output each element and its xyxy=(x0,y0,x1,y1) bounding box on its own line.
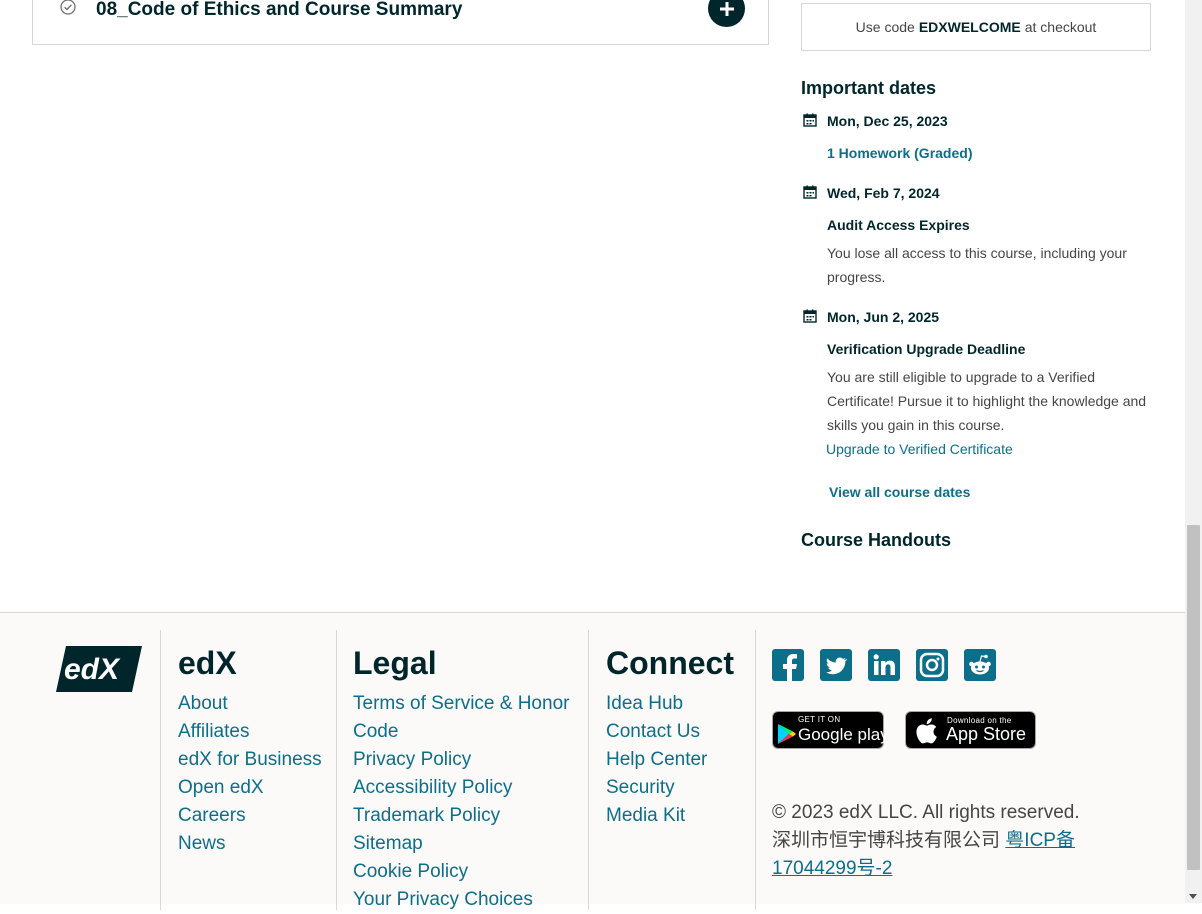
footer-link-idea-hub[interactable]: Idea Hub xyxy=(606,693,683,714)
twitter-icon[interactable] xyxy=(820,649,852,681)
footer-link-terms[interactable]: Terms of Service & Honor Code xyxy=(353,693,569,742)
icp-company: 深圳市恒宇博科技有限公司 xyxy=(772,830,1001,851)
footer-link-item: Idea Hub xyxy=(606,690,707,718)
google-play-small-text: GET IT ON xyxy=(798,715,841,724)
footer-link-item: edX for Business xyxy=(178,746,322,774)
footer-link-media-kit[interactable]: Media Kit xyxy=(606,805,685,826)
footer-link-item: Security xyxy=(606,774,707,802)
footer-link-item: Media Kit xyxy=(606,802,707,830)
edx-logo[interactable]: edX xyxy=(56,646,144,692)
footer-link-item: Trademark Policy xyxy=(353,802,585,830)
footer-link-privacy-choices[interactable]: Your Privacy Choices xyxy=(353,889,533,910)
social-icons xyxy=(772,649,996,681)
scrollbar[interactable] xyxy=(1185,0,1202,903)
footer-link-item: Privacy Policy xyxy=(353,746,585,774)
footer-link-item: Help Center xyxy=(606,746,707,774)
footer-link-open-edx[interactable]: Open edX xyxy=(178,777,264,798)
reddit-icon[interactable] xyxy=(964,649,996,681)
footer-link-news[interactable]: News xyxy=(178,833,226,854)
footer-column-legal: Legal Terms of Service & Honor Code Priv… xyxy=(336,630,589,910)
site-footer: edX edX About Affiliates edX for Busines… xyxy=(0,612,1185,910)
footer-link-affiliates[interactable]: Affiliates xyxy=(178,721,249,742)
date-label: Wed, Feb 7, 2024 xyxy=(827,185,940,201)
google-play-icon xyxy=(778,724,796,744)
check-circle-icon xyxy=(60,0,76,15)
icp-line: 深圳市恒宇博科技有限公司 粤ICP备17044299号-2 xyxy=(772,827,1132,883)
footer-link-item: News xyxy=(178,830,322,858)
date-label: Mon, Jun 2, 2025 xyxy=(827,309,940,325)
logo-text: edX xyxy=(64,653,121,686)
footer-column-edx: edX About Affiliates edX for Business Op… xyxy=(160,630,336,910)
copyright-text: © 2023 edX LLC. All rights reserved. xyxy=(772,802,1080,823)
footer-heading: Connect xyxy=(606,645,734,681)
footer-heading: Legal xyxy=(353,645,437,681)
calendar-icon xyxy=(803,185,817,199)
footer-link-item: Affiliates xyxy=(178,718,322,746)
footer-link-careers[interactable]: Careers xyxy=(178,805,246,826)
expand-section-button[interactable] xyxy=(708,0,745,27)
date-title: Audit Access Expires xyxy=(827,217,970,233)
footer-link-list: Terms of Service & Honor Code Privacy Po… xyxy=(353,690,585,914)
apple-icon xyxy=(916,718,937,744)
linkedin-icon[interactable] xyxy=(868,649,900,681)
date-label: Mon, Dec 25, 2023 xyxy=(827,113,948,129)
date-description: You are still eligible to upgrade to a V… xyxy=(827,369,1147,433)
footer-link-item: About xyxy=(178,690,322,718)
footer-link-list: About Affiliates edX for Business Open e… xyxy=(178,690,322,858)
instagram-icon[interactable] xyxy=(916,649,948,681)
footer-link-accessibility[interactable]: Accessibility Policy xyxy=(353,777,512,798)
app-store-big-text: App Store xyxy=(946,724,1027,744)
section-title[interactable]: 08_Code of Ethics and Course Summary xyxy=(96,0,462,21)
footer-divider xyxy=(755,630,756,910)
footer-link-item: Sitemap xyxy=(353,830,585,858)
copyright-block: © 2023 edX LLC. All rights reserved. 深圳市… xyxy=(772,799,1132,883)
footer-link-item: Careers xyxy=(178,802,322,830)
calendar-icon xyxy=(803,309,817,323)
footer-link-item: Accessibility Policy xyxy=(353,774,585,802)
footer-link-privacy[interactable]: Privacy Policy xyxy=(353,749,471,770)
footer-link-contact[interactable]: Contact Us xyxy=(606,721,700,742)
footer-heading: edX xyxy=(178,645,237,681)
upgrade-link[interactable]: Upgrade to Verified Certificate xyxy=(826,441,1013,457)
footer-column-connect: Connect Idea Hub Contact Us Help Center … xyxy=(588,630,755,910)
footer-link-list: Idea Hub Contact Us Help Center Security… xyxy=(606,690,707,830)
footer-link-item: Contact Us xyxy=(606,718,707,746)
course-handouts-heading: Course Handouts xyxy=(801,530,952,550)
footer-link-about[interactable]: About xyxy=(178,693,228,714)
date-description: You lose all access to this course, incl… xyxy=(827,245,1127,285)
footer-link-cookie[interactable]: Cookie Policy xyxy=(353,861,468,882)
facebook-icon[interactable] xyxy=(772,649,804,681)
footer-link-help[interactable]: Help Center xyxy=(606,749,707,770)
important-dates-heading: Important dates xyxy=(801,78,937,98)
footer-link-sitemap[interactable]: Sitemap xyxy=(353,833,423,854)
promo-code-banner: Use code EDXWELCOME at checkout xyxy=(801,3,1151,51)
scroll-down-icon[interactable] xyxy=(1189,894,1197,899)
calendar-icon xyxy=(803,113,817,127)
scrollbar-thumb[interactable] xyxy=(1187,525,1200,870)
footer-link-trademark[interactable]: Trademark Policy xyxy=(353,805,500,826)
google-play-big-text: Google play xyxy=(798,725,889,744)
footer-link-security[interactable]: Security xyxy=(606,777,675,798)
plus-icon xyxy=(719,1,734,16)
google-play-badge[interactable]: GET IT ON Google play xyxy=(772,711,889,749)
course-section-card[interactable]: 08_Code of Ethics and Course Summary xyxy=(32,0,769,45)
app-store-badge[interactable]: Download on the App Store xyxy=(905,711,1036,749)
footer-link-item: Open edX xyxy=(178,774,322,802)
footer-link-item: Cookie Policy xyxy=(353,858,585,886)
view-all-dates-link[interactable]: View all course dates xyxy=(829,484,970,500)
footer-link-item: Terms of Service & Honor Code xyxy=(353,690,585,746)
promo-prefix: Use code xyxy=(855,19,915,35)
homework-link[interactable]: 1 Homework (Graded) xyxy=(827,145,972,161)
footer-link-item: Your Privacy Choices xyxy=(353,886,585,914)
date-title: Verification Upgrade Deadline xyxy=(827,341,1026,357)
footer-link-business[interactable]: edX for Business xyxy=(178,749,322,770)
promo-code: EDXWELCOME xyxy=(918,19,1021,35)
promo-suffix: at checkout xyxy=(1024,19,1097,35)
